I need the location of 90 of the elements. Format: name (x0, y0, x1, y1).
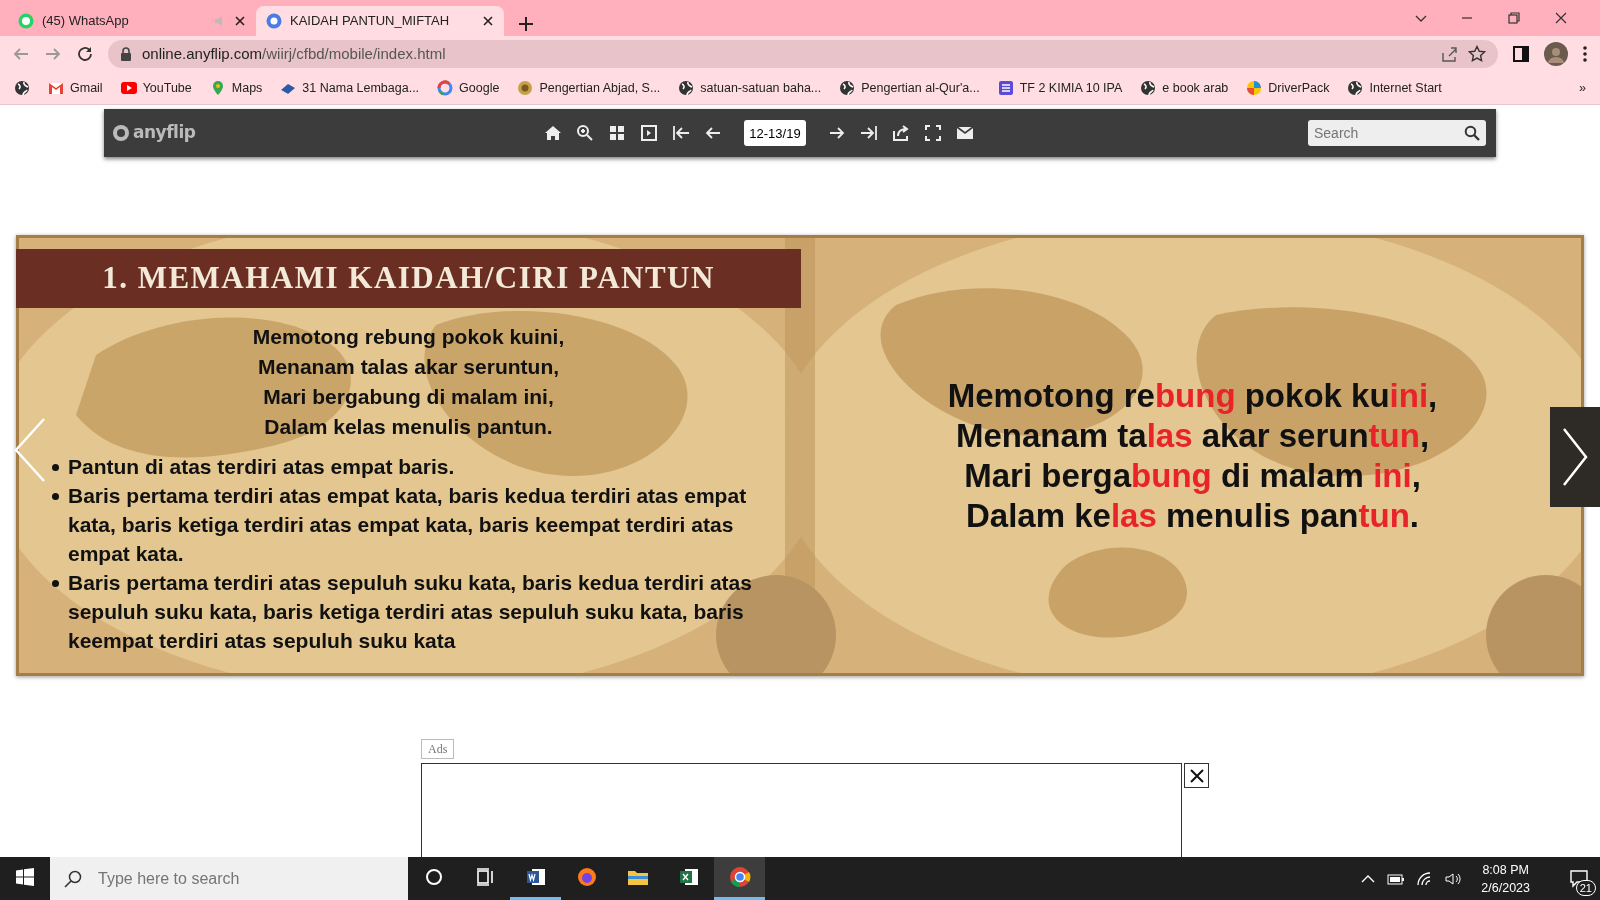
mail-icon (48, 80, 64, 96)
bookmark[interactable]: Gmail (48, 78, 103, 98)
fullscreen-icon[interactable] (924, 124, 942, 142)
globe-icon (1347, 80, 1364, 96)
bookmark[interactable]: Pengertian Abjad, S... (517, 78, 661, 98)
notifications-button[interactable]: 21 (1558, 857, 1600, 900)
close-button[interactable] (1184, 763, 1209, 788)
more-icon[interactable] (1582, 45, 1588, 63)
bookmark[interactable]: 31 Nama Lembaga... (280, 78, 420, 98)
emblem-icon (517, 80, 534, 96)
new-tab-icon[interactable] (518, 16, 534, 32)
share-icon[interactable] (892, 124, 910, 142)
reload-icon[interactable] (76, 45, 94, 63)
bookmark[interactable]: Pengertian al-Qur'a... (839, 78, 980, 98)
restore-icon[interactable] (1506, 10, 1522, 26)
close-icon (1189, 768, 1204, 783)
pantun-line: Menanam talas akar seruntun, (955, 415, 1430, 456)
bullet-dot (52, 464, 59, 471)
pantun-line: Mari bergabung di malam ini, (964, 455, 1421, 496)
browser-tab[interactable]: KAIDAH PANTUN_MIFTAH (256, 6, 504, 36)
thumbnails-icon[interactable] (608, 124, 626, 142)
browser-icon (575, 866, 598, 888)
bookmark[interactable]: satuan-satuan baha... (678, 78, 822, 98)
bookmark[interactable]: YouTube (120, 78, 192, 98)
play-icon (120, 80, 137, 96)
clock[interactable]: 8:08 PM 2/6/2023 (1481, 860, 1530, 897)
pantun-line: Dalam kelas menulis pantun. (966, 495, 1419, 536)
ad-label: Ads (421, 739, 455, 759)
globe-icon (839, 80, 856, 96)
battery-icon[interactable] (1387, 871, 1406, 886)
chevron-right-icon (1560, 427, 1590, 487)
last-page-icon[interactable] (860, 124, 878, 142)
search-icon[interactable] (64, 869, 82, 888)
lock-icon (120, 47, 132, 61)
pantun-line: Dalam kelas menulis pantun. (263, 414, 554, 440)
first-page-icon[interactable] (672, 124, 690, 142)
logo-icon (266, 13, 282, 29)
close-icon[interactable] (1553, 10, 1569, 26)
bookmark[interactable]: Internet Start (1347, 78, 1442, 98)
volume-icon[interactable] (1445, 871, 1464, 886)
side-panel-icon[interactable] (1512, 45, 1530, 63)
avatar-icon[interactable] (1544, 42, 1568, 66)
chat-icon (18, 13, 34, 29)
globe-icon[interactable] (14, 80, 30, 96)
address-bar[interactable]: online.anyflip.com/wiirj/cfbd/mobile/index.html (108, 40, 1498, 68)
page-number-field[interactable]: 12-13/19 (744, 120, 806, 146)
bullet-text: Pantun di atas terdiri atas empat baris. (68, 452, 781, 481)
taskbar-search-field[interactable]: Type here to search (96, 865, 376, 892)
bullet-dot (52, 493, 59, 500)
browser-icon (728, 866, 751, 888)
list-icon (997, 80, 1014, 96)
next-page-button[interactable] (1550, 407, 1600, 507)
taskbar-app[interactable] (714, 857, 765, 900)
logo: anyflip (112, 120, 512, 146)
logo-icon (112, 124, 130, 142)
bookmark[interactable]: e book arab (1140, 78, 1229, 98)
search-field[interactable]: Search (1308, 120, 1486, 146)
bullet-text: Baris pertama terdiri atas sepuluh suku kata, baris kedua terdiri atas sepuluh suku kata, baris ketiga terdiri atas sepuluh suku kata, baris keempat terdiri atas sepuluh suku kata (68, 568, 781, 655)
mail-icon[interactable] (956, 124, 974, 142)
browser-tab[interactable]: (45) WhatsApp (8, 6, 256, 36)
url-text: online.anyflip.com/wiirj/cfbd/mobile/index.html (142, 43, 446, 64)
close-icon[interactable] (482, 15, 494, 27)
bullet-dot (52, 580, 59, 587)
globe-icon (678, 80, 695, 96)
spreadsheet-app-icon (677, 866, 700, 888)
bookmark[interactable]: Maps (209, 78, 263, 98)
pantun-line: Mari bergabung di malam ini, (262, 384, 555, 410)
document-app-icon (524, 866, 547, 888)
bookmark[interactable]: DriverPack (1246, 78, 1330, 98)
taskbar-search-box[interactable]: Type here to search (50, 857, 408, 900)
windows-icon (16, 868, 34, 886)
share-icon[interactable] (1440, 45, 1458, 63)
pantun-line: Memotong rebung pokok kuini, (251, 324, 566, 350)
notification-count: 21 (1575, 880, 1596, 896)
page-title: 1. MEMAHAMI KAIDAH/CIRI PANTUN (16, 249, 801, 308)
pantun-line: Memotong rebung pokok kuini, (947, 375, 1438, 416)
bookmark[interactable]: Google (437, 78, 500, 98)
globe-icon (1140, 80, 1157, 96)
ball-icon (1246, 80, 1263, 96)
close-icon[interactable] (234, 15, 246, 27)
google-icon (437, 80, 454, 96)
bullet-text: Baris pertama terdiri atas empat kata, baris kedua terdiri atas empat kata, baris ketiga terdiri atas empat kata, baris keempat terdiri atas empat kata. (68, 481, 781, 568)
search-icon[interactable] (1464, 125, 1480, 141)
star-icon[interactable] (1468, 45, 1486, 63)
bookmark[interactable]: TF 2 KIMIA 10 IPA (997, 78, 1123, 98)
zoom-in-icon[interactable] (576, 124, 594, 142)
more-bookmarks-button[interactable]: » (1579, 78, 1586, 98)
single-page-icon[interactable] (640, 124, 658, 142)
pantun-line: Menanam talas akar seruntun, (256, 354, 561, 380)
home-icon[interactable] (544, 124, 562, 142)
